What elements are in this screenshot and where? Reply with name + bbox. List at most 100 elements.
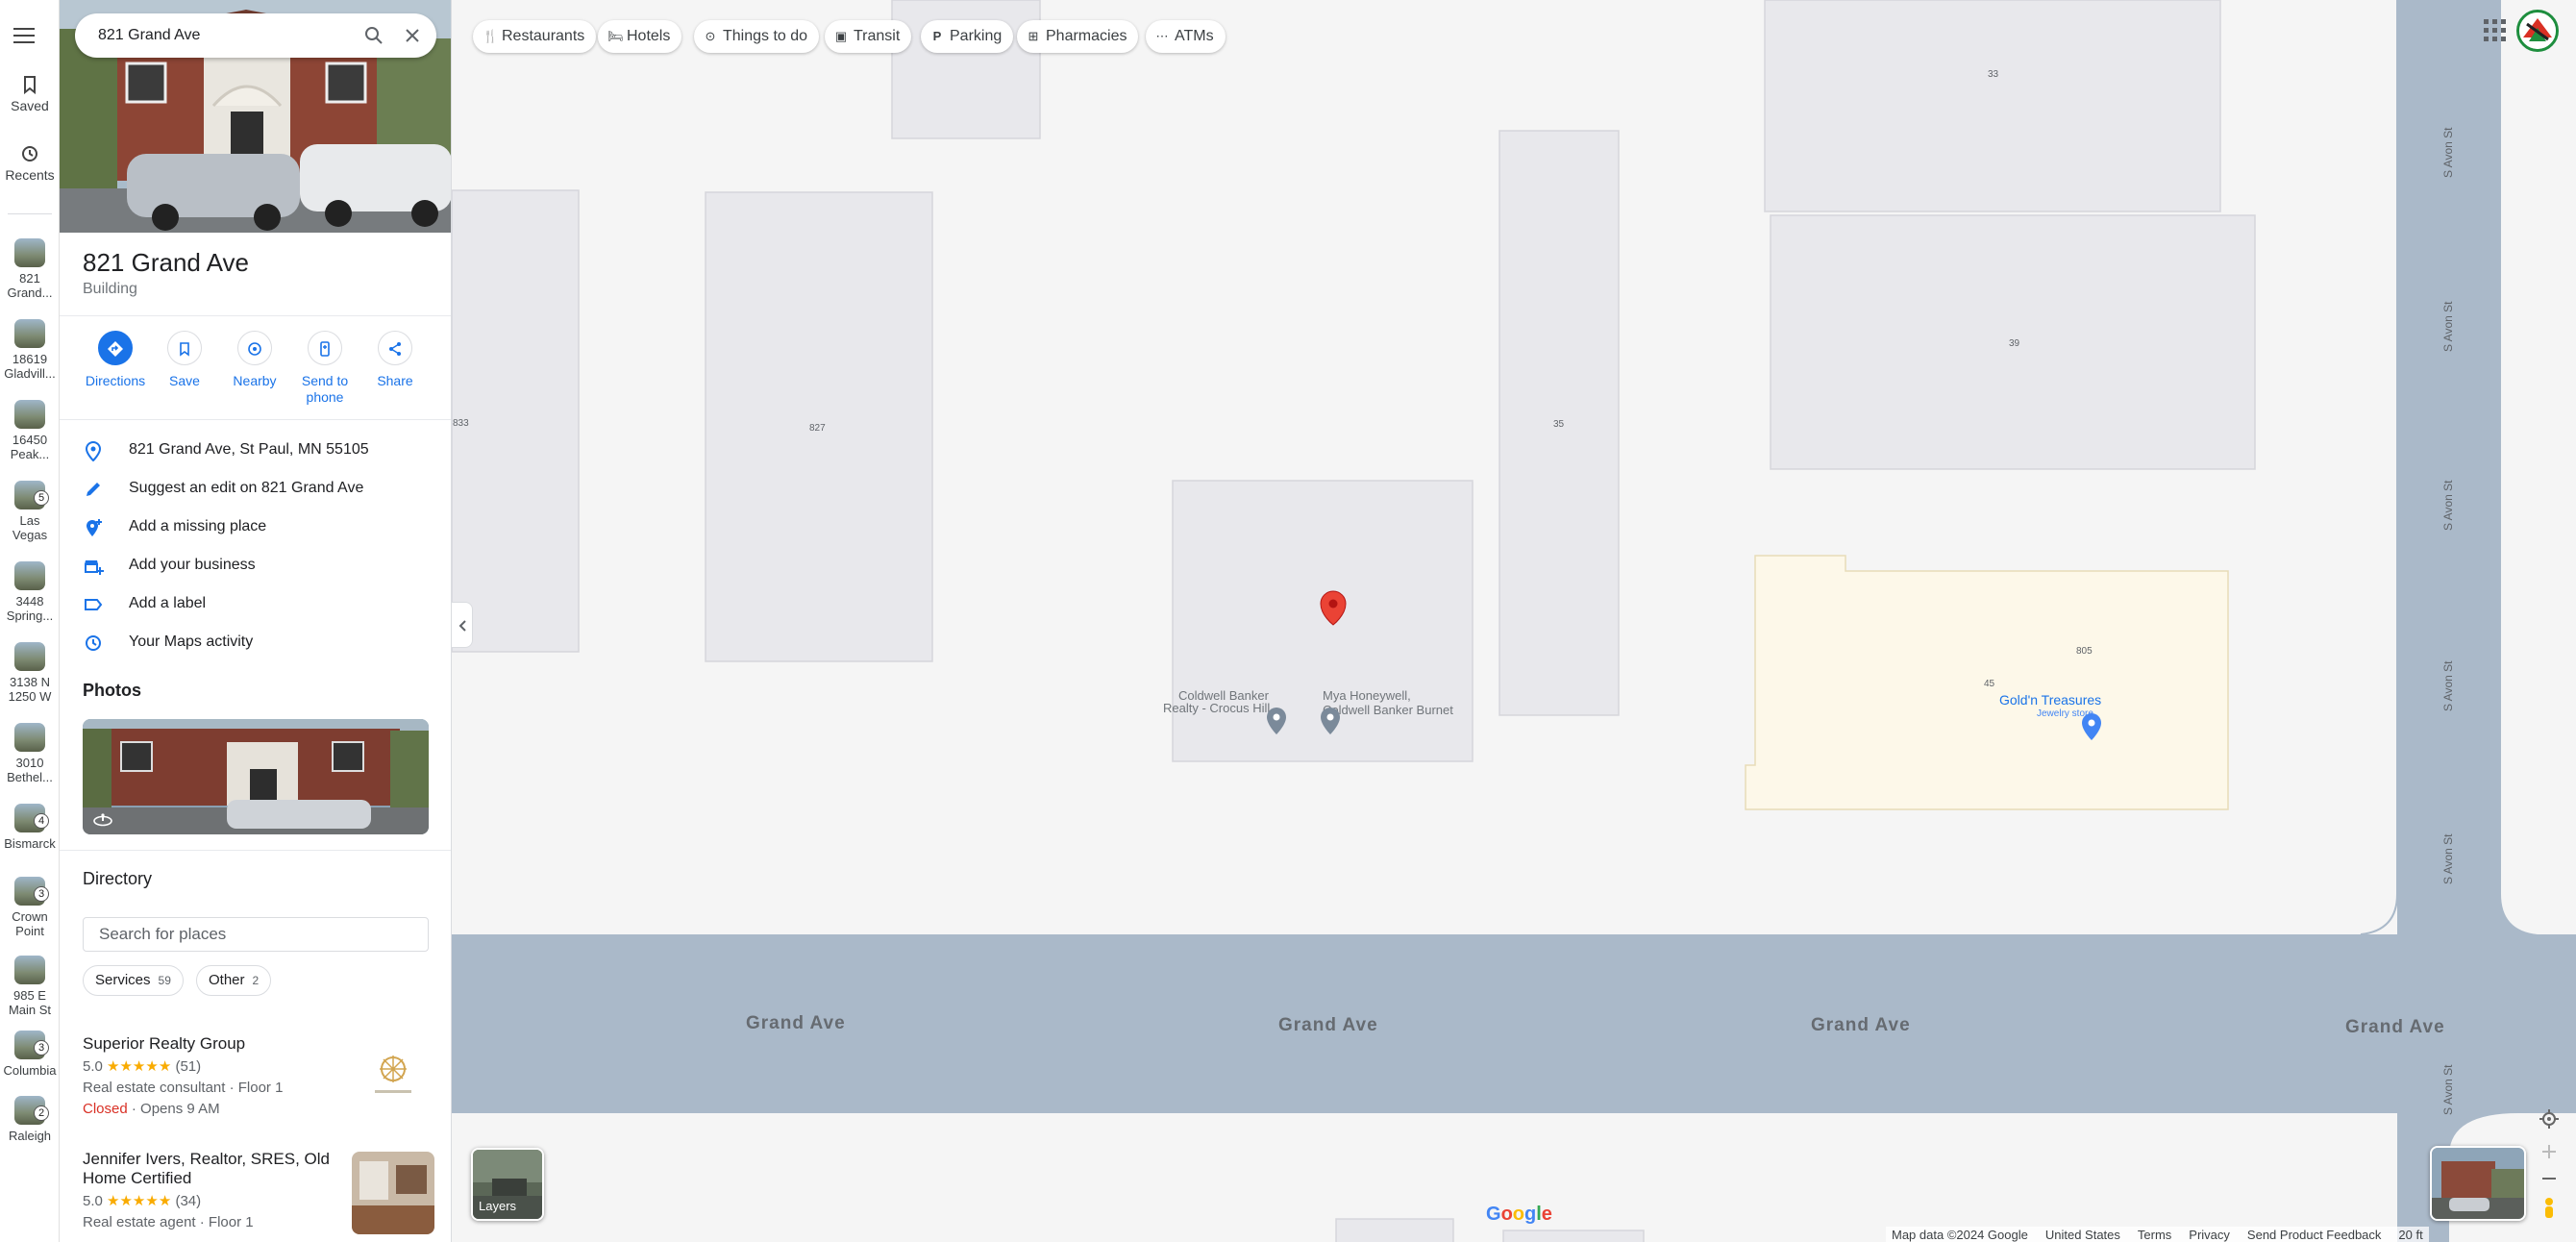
maps-activity-row[interactable]: Your Maps activity bbox=[60, 623, 451, 661]
recent-thumbnail: 4 bbox=[14, 804, 49, 832]
place-title: 821 Grand Ave bbox=[83, 248, 249, 277]
saved-button[interactable]: Saved bbox=[0, 75, 60, 113]
chip-hotels[interactable]: 🛏 Hotels bbox=[598, 20, 682, 53]
recent-count-badge: 3 bbox=[34, 1040, 49, 1056]
recent-item[interactable]: 3138 N 1250 W bbox=[0, 642, 60, 704]
recent-label: Las Vegas bbox=[12, 513, 48, 542]
directions-label: Directions bbox=[85, 373, 146, 388]
search-box[interactable]: 821 Grand Ave bbox=[75, 13, 436, 58]
recent-thumbnail bbox=[14, 238, 45, 267]
street-label: S Avon St bbox=[2441, 301, 2455, 352]
bookmark-icon bbox=[24, 76, 36, 94]
building-number-label: 45 bbox=[1984, 679, 1995, 689]
left-rail: Saved Recents 821 Grand... 18619 Gladvill… bbox=[0, 0, 60, 1242]
feedback-link[interactable]: Send Product Feedback bbox=[2247, 1228, 2381, 1242]
chip-transit[interactable]: ▣ Transit bbox=[825, 20, 912, 53]
terms-link[interactable]: Terms bbox=[2138, 1228, 2171, 1242]
chip-restaurants[interactable]: 🍴 Restaurants bbox=[473, 20, 597, 53]
zoom-out-button[interactable] bbox=[2536, 1165, 2563, 1192]
recents-button[interactable]: Recents bbox=[0, 144, 60, 183]
send-to-phone-button[interactable]: Send to phone bbox=[286, 331, 363, 406]
add-business-text: Add your business bbox=[129, 557, 256, 573]
transit-icon: ▣ bbox=[834, 29, 848, 43]
google-apps-icon[interactable] bbox=[2484, 19, 2507, 42]
building-number-label: 833 bbox=[453, 418, 469, 429]
add-business-row[interactable]: Add your business bbox=[60, 546, 451, 584]
add-label-row[interactable]: Add a label bbox=[60, 584, 451, 623]
divider bbox=[60, 315, 451, 316]
chip-pharmacies[interactable]: ⊞ Pharmacies bbox=[1017, 20, 1139, 53]
chip-things-to-do[interactable]: ⊙ Things to do bbox=[694, 20, 820, 53]
chip-parking[interactable]: P Parking bbox=[921, 20, 1014, 53]
rating-value: 5.0 bbox=[83, 1058, 103, 1075]
recent-item[interactable]: 985 E Main St bbox=[0, 956, 60, 1017]
open-status: Closed bbox=[83, 1101, 128, 1117]
my-location-button[interactable] bbox=[2536, 1105, 2563, 1132]
street-view-icon bbox=[93, 813, 112, 827]
recent-thumbnail bbox=[14, 956, 45, 984]
pegman-icon[interactable] bbox=[2536, 1196, 2563, 1223]
share-button[interactable]: Share bbox=[357, 331, 433, 389]
recent-item[interactable]: 3 Columbia bbox=[0, 1031, 60, 1078]
divider bbox=[60, 850, 451, 851]
menu-icon[interactable] bbox=[13, 23, 35, 48]
building-shape bbox=[451, 189, 580, 653]
nearby-button[interactable]: Nearby bbox=[216, 331, 293, 389]
recent-item[interactable]: 2 Raleigh bbox=[0, 1096, 60, 1143]
save-button[interactable]: Save bbox=[146, 331, 223, 389]
business-logo[interactable] bbox=[352, 1034, 434, 1117]
recent-item[interactable]: 16450 Peak... bbox=[0, 400, 60, 461]
street-label: S Avon St bbox=[2441, 480, 2455, 531]
search-query[interactable]: 821 Grand Ave bbox=[98, 27, 200, 44]
recent-item[interactable]: 3448 Spring... bbox=[0, 561, 60, 623]
street-label: Grand Ave bbox=[1278, 1015, 1378, 1035]
recent-thumbnail bbox=[14, 723, 45, 752]
recent-item[interactable]: 5 Las Vegas bbox=[0, 481, 60, 542]
recent-item[interactable]: 821 Grand... bbox=[0, 238, 60, 300]
business-listing[interactable]: Jennifer Ivers, Realtor, SRES, Old Home … bbox=[83, 1150, 333, 1230]
add-missing-place-row[interactable]: Add a missing place bbox=[60, 508, 451, 546]
place-category[interactable]: Building bbox=[83, 281, 137, 298]
recent-label: 18619 Gladvill... bbox=[4, 352, 56, 381]
directory-search[interactable] bbox=[83, 917, 429, 952]
recent-label: 821 Grand... bbox=[7, 271, 53, 300]
directory-search-input[interactable] bbox=[99, 918, 426, 951]
business-type: Real estate agent · Floor 1 bbox=[83, 1214, 254, 1230]
place-photo[interactable] bbox=[83, 719, 429, 834]
directions-button[interactable]: Directions bbox=[77, 331, 154, 389]
star-rating-icon: ★★★★★ bbox=[107, 1193, 172, 1209]
send-to-phone-icon bbox=[320, 341, 330, 357]
place-panel: 821 Grand Ave 821 Grand Ave Building Dir… bbox=[60, 0, 452, 1242]
zoom-in-button[interactable] bbox=[2536, 1138, 2563, 1165]
poi-label: Gold'n Treasures bbox=[1999, 692, 2101, 708]
layers-button[interactable]: Layers bbox=[471, 1148, 544, 1221]
collapse-panel-button[interactable] bbox=[452, 602, 473, 648]
recent-label: 3138 N 1250 W bbox=[8, 675, 52, 704]
chip-atms[interactable]: ⋯ ATMs bbox=[1146, 20, 1226, 53]
address-row[interactable]: 821 Grand Ave, St Paul, MN 55105 bbox=[60, 431, 451, 469]
recent-item[interactable]: 4 Bismarck bbox=[0, 804, 60, 851]
filter-chip-services[interactable]: Services 59 bbox=[83, 965, 184, 996]
address-text: 821 Grand Ave, St Paul, MN 55105 bbox=[129, 441, 369, 458]
map-footer: Map data ©2024 Google United States Terms P… bbox=[1886, 1227, 2429, 1242]
filter-chip-other[interactable]: Other 2 bbox=[196, 965, 272, 996]
recent-item[interactable]: 18619 Gladvill... bbox=[0, 319, 60, 381]
history-icon bbox=[86, 635, 101, 651]
suggest-edit-row[interactable]: Suggest an edit on 821 Grand Ave bbox=[60, 469, 451, 508]
poi-label: Mya Honeywell, bbox=[1323, 688, 1411, 703]
country-link[interactable]: United States bbox=[2045, 1228, 2120, 1242]
recent-item[interactable]: 3010 Bethel... bbox=[0, 723, 60, 784]
account-avatar[interactable] bbox=[2516, 10, 2559, 52]
poi-label: Realty - Crocus Hill bbox=[1163, 701, 1270, 715]
close-icon[interactable] bbox=[402, 25, 423, 46]
street-view-thumbnail[interactable] bbox=[2430, 1146, 2526, 1221]
recent-count-badge: 4 bbox=[34, 813, 49, 829]
business-name[interactable]: Jennifer Ivers, Realtor, SRES, Old Home … bbox=[83, 1150, 333, 1188]
search-icon[interactable] bbox=[363, 25, 384, 46]
suggest-edit-text: Suggest an edit on 821 Grand Ave bbox=[129, 480, 364, 496]
recent-item[interactable]: 3 Crown Point bbox=[0, 877, 60, 938]
recent-thumbnail bbox=[14, 561, 45, 590]
street-label: S Avon St bbox=[2441, 1064, 2455, 1115]
privacy-link[interactable]: Privacy bbox=[2189, 1228, 2230, 1242]
business-photo[interactable] bbox=[352, 1152, 434, 1234]
